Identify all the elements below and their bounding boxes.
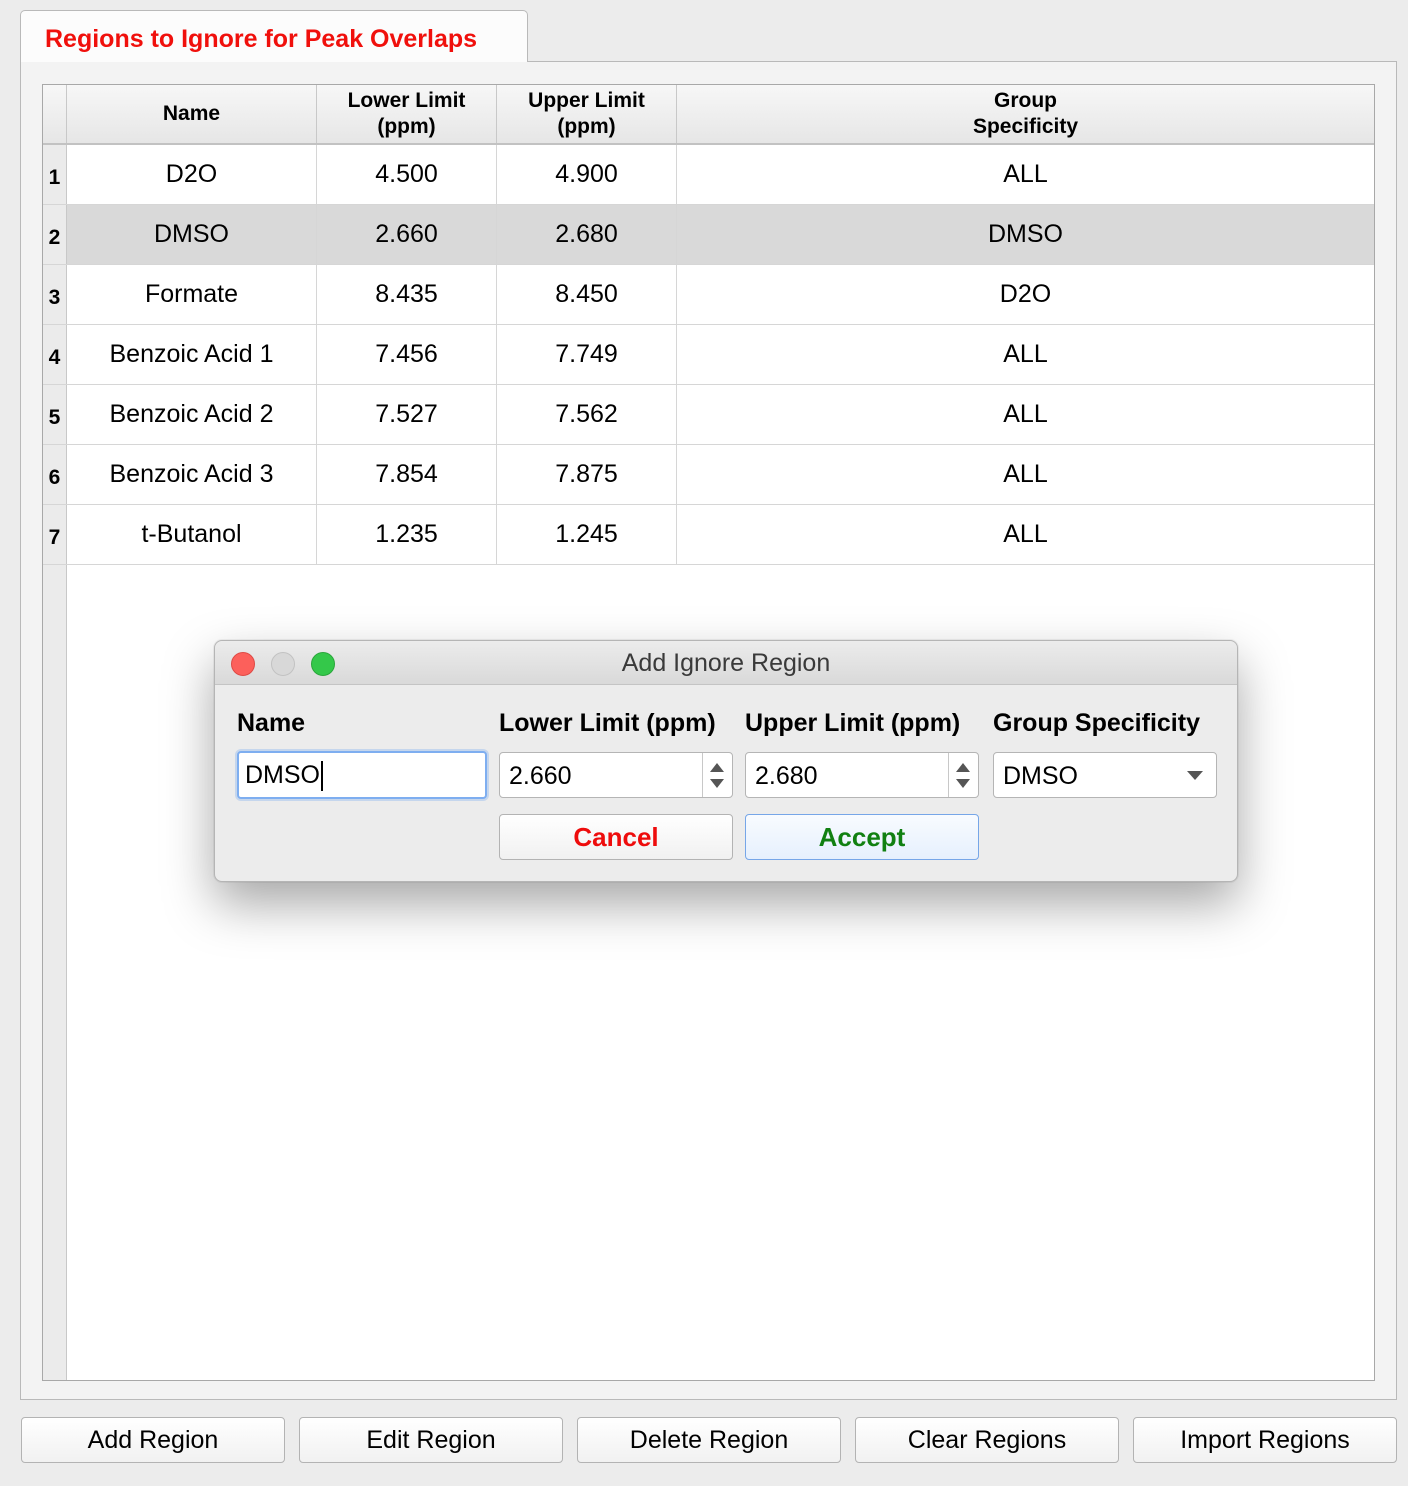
import-regions-button[interactable]: Import Regions bbox=[1133, 1417, 1397, 1463]
name-input[interactable]: DMSO bbox=[237, 751, 487, 799]
cell-lower-limit[interactable]: 2.660 bbox=[317, 205, 497, 264]
table-header: Name Lower Limit (ppm) Upper Limit (ppm) G… bbox=[43, 85, 1374, 145]
table-row[interactable]: 3 Formate 8.435 8.450 D2O bbox=[43, 265, 1374, 325]
cell-lower-limit[interactable]: 7.854 bbox=[317, 445, 497, 504]
table-row[interactable]: 7 t-Butanol 1.235 1.245 ALL bbox=[43, 505, 1374, 565]
text-caret bbox=[321, 761, 323, 792]
cell-name[interactable]: D2O bbox=[67, 145, 317, 204]
cell-group-specificity[interactable]: ALL bbox=[677, 505, 1374, 564]
stepper-up-icon[interactable] bbox=[710, 763, 724, 772]
column-header-name[interactable]: Name bbox=[67, 85, 317, 143]
cancel-button[interactable]: Cancel bbox=[499, 814, 733, 860]
minimize-window-icon[interactable] bbox=[271, 652, 295, 676]
add-ignore-region-dialog: Add Ignore Region Name Lower Limit (ppm)… bbox=[214, 640, 1238, 882]
cell-upper-limit[interactable]: 7.749 bbox=[497, 325, 677, 384]
stepper-up-icon[interactable] bbox=[956, 763, 970, 772]
column-header-lower-limit[interactable]: Lower Limit (ppm) bbox=[317, 85, 497, 143]
row-number[interactable]: 7 bbox=[43, 505, 67, 564]
cell-group-specificity[interactable]: ALL bbox=[677, 385, 1374, 444]
row-number[interactable]: 5 bbox=[43, 385, 67, 444]
upper-limit-spinbox[interactable]: 2.680 bbox=[745, 752, 979, 798]
cell-lower-limit[interactable]: 7.527 bbox=[317, 385, 497, 444]
cell-group-specificity[interactable]: ALL bbox=[677, 325, 1374, 384]
clear-regions-button[interactable]: Clear Regions bbox=[855, 1417, 1119, 1463]
lower-limit-label: Lower Limit (ppm) bbox=[499, 709, 716, 737]
upper-limit-label: Upper Limit (ppm) bbox=[745, 709, 961, 737]
cell-name[interactable]: Formate bbox=[67, 265, 317, 324]
name-input-value: DMSO bbox=[245, 761, 320, 789]
lower-limit-stepper[interactable] bbox=[702, 753, 732, 797]
cell-lower-limit[interactable]: 1.235 bbox=[317, 505, 497, 564]
group-specificity-value: DMSO bbox=[1003, 762, 1078, 790]
stepper-down-icon[interactable] bbox=[956, 779, 970, 788]
cell-lower-limit[interactable]: 7.456 bbox=[317, 325, 497, 384]
cell-group-specificity[interactable]: D2O bbox=[677, 265, 1374, 324]
group-specificity-label: Group Specificity bbox=[993, 709, 1200, 737]
accept-button[interactable]: Accept bbox=[745, 814, 979, 860]
cell-upper-limit[interactable]: 4.900 bbox=[497, 145, 677, 204]
tab-label: Regions to Ignore for Peak Overlaps bbox=[45, 25, 478, 53]
lower-limit-spinbox[interactable]: 2.660 bbox=[499, 752, 733, 798]
cell-name[interactable]: Benzoic Acid 2 bbox=[67, 385, 317, 444]
cell-group-specificity[interactable]: DMSO bbox=[677, 205, 1374, 264]
cell-upper-limit[interactable]: 8.450 bbox=[497, 265, 677, 324]
upper-limit-stepper[interactable] bbox=[948, 753, 978, 797]
delete-region-button[interactable]: Delete Region bbox=[577, 1417, 841, 1463]
cell-name[interactable]: Benzoic Acid 3 bbox=[67, 445, 317, 504]
cell-lower-limit[interactable]: 4.500 bbox=[317, 145, 497, 204]
cell-upper-limit[interactable]: 7.562 bbox=[497, 385, 677, 444]
row-number[interactable]: 1 bbox=[43, 145, 67, 204]
column-header-label: Group Specificity bbox=[972, 89, 1079, 138]
table-row[interactable]: 4 Benzoic Acid 1 7.456 7.749 ALL bbox=[43, 325, 1374, 385]
cell-name[interactable]: t-Butanol bbox=[67, 505, 317, 564]
cell-name[interactable]: Benzoic Acid 1 bbox=[67, 325, 317, 384]
cell-lower-limit[interactable]: 8.435 bbox=[317, 265, 497, 324]
column-header-label: Upper Limit (ppm) bbox=[528, 89, 645, 138]
table-row[interactable]: 1 D2O 4.500 4.900 ALL bbox=[43, 145, 1374, 205]
cell-upper-limit[interactable]: 1.245 bbox=[497, 505, 677, 564]
group-specificity-select[interactable]: DMSO bbox=[993, 752, 1217, 798]
lower-limit-value: 2.660 bbox=[509, 762, 572, 790]
dialog-title: Add Ignore Region bbox=[621, 649, 831, 677]
dialog-titlebar[interactable]: Add Ignore Region bbox=[215, 641, 1237, 685]
name-label: Name bbox=[237, 709, 306, 737]
column-header-label: Lower Limit (ppm) bbox=[347, 89, 466, 138]
cell-group-specificity[interactable]: ALL bbox=[677, 445, 1374, 504]
tab-regions-to-ignore[interactable]: Regions to Ignore for Peak Overlaps bbox=[20, 10, 528, 62]
chevron-down-icon[interactable] bbox=[1187, 771, 1203, 780]
table-row-selected[interactable]: 2 DMSO 2.660 2.680 DMSO bbox=[43, 205, 1374, 265]
row-number[interactable]: 3 bbox=[43, 265, 67, 324]
table-row[interactable]: 6 Benzoic Acid 3 7.854 7.875 ALL bbox=[43, 445, 1374, 505]
cell-name[interactable]: DMSO bbox=[67, 205, 317, 264]
stepper-down-icon[interactable] bbox=[710, 779, 724, 788]
maximize-window-icon[interactable] bbox=[311, 652, 335, 676]
row-number[interactable]: 4 bbox=[43, 325, 67, 384]
cell-group-specificity[interactable]: ALL bbox=[677, 145, 1374, 204]
corner-button[interactable] bbox=[43, 85, 67, 143]
column-header-name-label: Name bbox=[162, 102, 221, 125]
add-region-button[interactable]: Add Region bbox=[21, 1417, 285, 1463]
close-window-icon[interactable] bbox=[231, 652, 255, 676]
row-number[interactable]: 2 bbox=[43, 205, 67, 264]
cell-upper-limit[interactable]: 2.680 bbox=[497, 205, 677, 264]
column-header-upper-limit[interactable]: Upper Limit (ppm) bbox=[497, 85, 677, 143]
edit-region-button[interactable]: Edit Region bbox=[299, 1417, 563, 1463]
cell-upper-limit[interactable]: 7.875 bbox=[497, 445, 677, 504]
upper-limit-value: 2.680 bbox=[755, 762, 818, 790]
column-header-group-specificity[interactable]: Group Specificity bbox=[677, 85, 1374, 143]
row-number[interactable]: 6 bbox=[43, 445, 67, 504]
table-row[interactable]: 5 Benzoic Acid 2 7.527 7.562 ALL bbox=[43, 385, 1374, 445]
